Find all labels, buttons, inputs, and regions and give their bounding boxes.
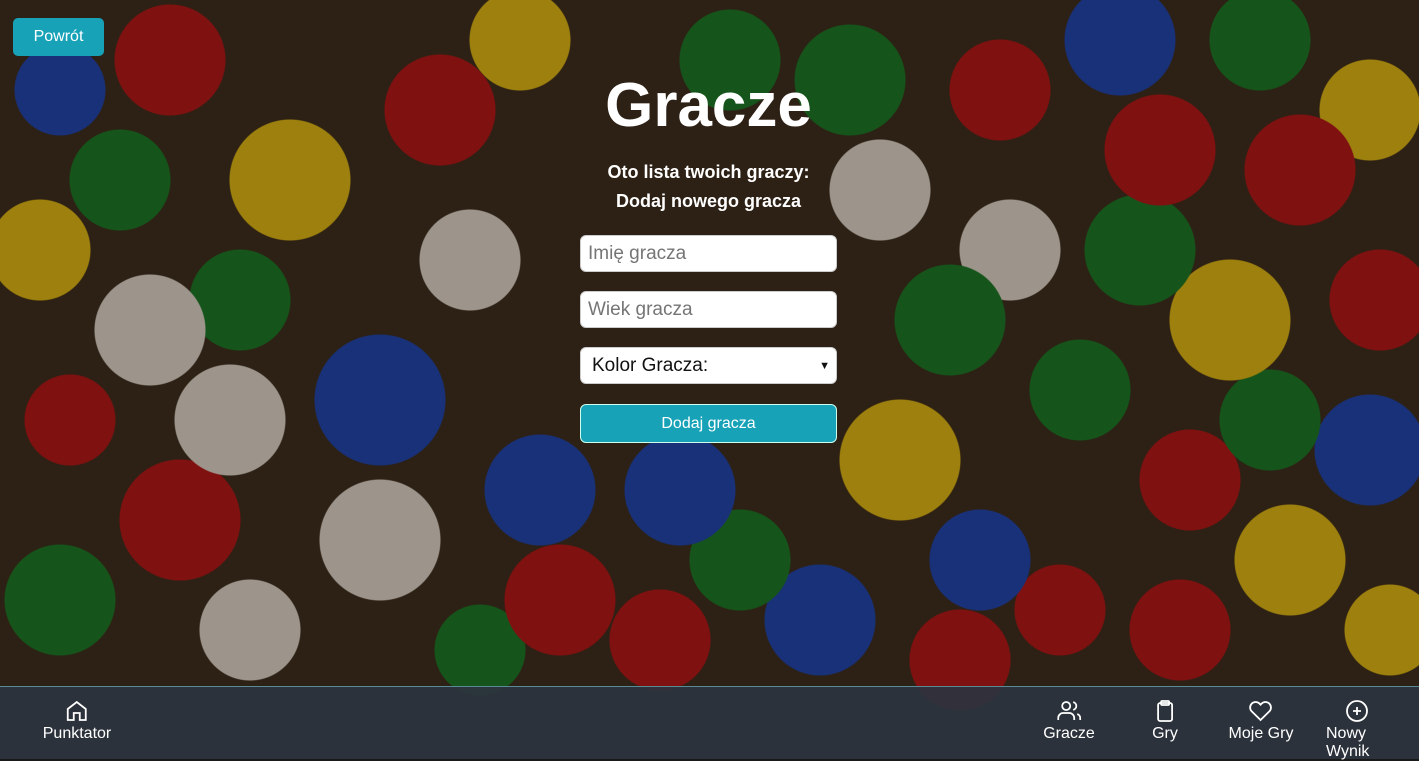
- nav-label: Gry: [1152, 725, 1178, 742]
- dropdown-arrow-icon: ▼: [819, 359, 830, 372]
- nav-item-games[interactable]: Gry: [1152, 699, 1178, 743]
- plus-circle-icon: [1346, 700, 1368, 722]
- nav-label: Gracze: [1043, 725, 1095, 742]
- nav-item-players[interactable]: Gracze: [1043, 699, 1095, 743]
- nav-label: Nowy Wynik: [1326, 725, 1370, 760]
- nav-item-new-result[interactable]: Nowy Wynik: [1326, 699, 1388, 761]
- players-list-heading: Oto lista twoich graczy:: [607, 162, 810, 182]
- add-player-button[interactable]: Dodaj gracza: [580, 404, 837, 443]
- nav-item-home[interactable]: Punktator: [43, 699, 111, 743]
- player-color-select[interactable]: Kolor Gracza: ▼: [580, 347, 837, 384]
- player-name-input[interactable]: [580, 235, 837, 272]
- home-icon: [67, 700, 87, 721]
- back-button[interactable]: Powrót: [13, 18, 104, 56]
- bottom-navigation: Punktator Gracze Gry Moje Gry Nowy Wynik: [0, 686, 1419, 761]
- clipboard-icon: [1157, 700, 1173, 722]
- users-icon: [1057, 701, 1081, 720]
- nav-label: Moje Gry: [1228, 725, 1294, 742]
- heart-icon: [1249, 701, 1273, 722]
- nav-label: Punktator: [42, 725, 112, 742]
- page-title: Gracze: [605, 71, 812, 140]
- player-age-input[interactable]: [580, 291, 837, 328]
- nav-item-my-games[interactable]: Moje Gry: [1228, 699, 1294, 743]
- add-player-heading: Dodaj nowego gracza: [615, 191, 802, 211]
- player-color-select-value: Kolor Gracza:: [592, 354, 709, 376]
